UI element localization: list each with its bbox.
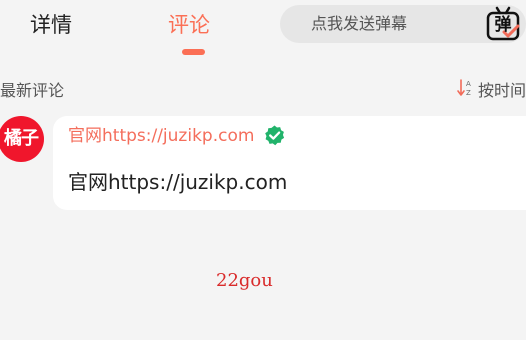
sort-label: 按时间 xyxy=(478,81,526,99)
active-tab-indicator xyxy=(182,49,205,55)
video-page: 详情 评论 点我发送弹幕 弹 最新评论 A Z 按时间 橘子 官网https:/… xyxy=(0,0,526,340)
svg-text:A: A xyxy=(466,80,471,88)
comment-author-row: 官网https://juzikp.com xyxy=(68,124,286,148)
tab-comments[interactable]: 评论 xyxy=(168,8,210,42)
avatar[interactable]: 橘子 xyxy=(0,116,44,162)
sort-icon: A Z xyxy=(457,79,471,97)
danmaku-icon[interactable]: 弹 xyxy=(485,6,521,42)
svg-text:Z: Z xyxy=(466,89,471,97)
comment-author[interactable]: 官网https://juzikp.com xyxy=(68,124,254,148)
comment-card: 官网https://juzikp.com 官网https://juzikp.co… xyxy=(53,116,526,210)
footer-text: 22gou xyxy=(216,270,273,291)
sort-button[interactable]: A Z 按时间 xyxy=(456,75,526,99)
danmaku-placeholder: 点我发送弹幕 xyxy=(311,14,408,33)
section-title: 最新评论 xyxy=(0,81,65,100)
verified-icon xyxy=(264,125,284,146)
danmaku-glyph: 弹 xyxy=(494,15,512,35)
danmaku-input[interactable]: 点我发送弹幕 弹 xyxy=(280,5,526,43)
comment-text: 官网https://juzikp.com xyxy=(68,170,288,194)
top-tabs: 详情 评论 点我发送弹幕 弹 xyxy=(0,0,526,60)
tab-details[interactable]: 详情 xyxy=(30,8,72,42)
